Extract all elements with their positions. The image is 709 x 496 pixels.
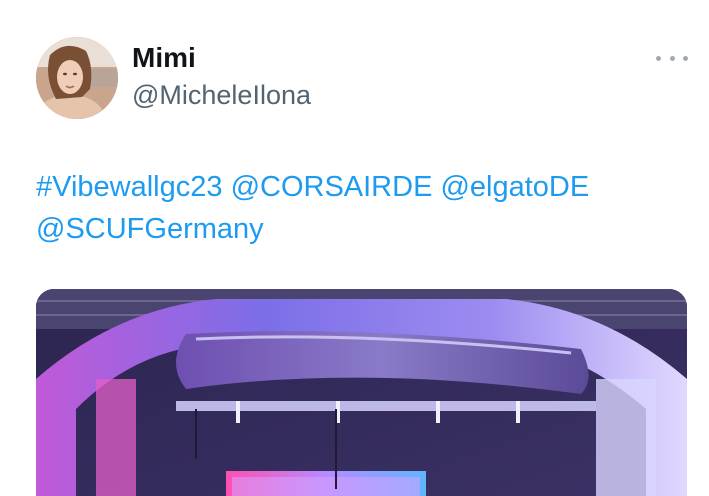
mention-link-corsairde[interactable]: @CORSAIRDE (231, 171, 433, 203)
display-name[interactable]: Mimi (132, 42, 196, 74)
hashtag-link[interactable]: #Vibewallgc23 (36, 171, 223, 203)
tweet-text: #Vibewallgc23 @CORSAIRDE @elgatoDE @SCUF… (36, 166, 676, 250)
more-horizontal-icon (656, 55, 661, 61)
avatar-photo (36, 37, 118, 119)
more-horizontal-icon-dot (669, 55, 675, 61)
avatar[interactable] (36, 37, 118, 119)
mention-link-elgatode[interactable]: @elgatoDE (440, 171, 589, 203)
tweet-card: Mimi @MicheleIlona #Vibewallgc23 @CORSAI… (0, 0, 709, 496)
tweet-text-line-1: #Vibewallgc23 @CORSAIRDE @elgatoDE (36, 166, 676, 208)
more-horizontal-icon-dot (683, 55, 688, 61)
tweet-media-image[interactable] (36, 289, 687, 496)
mention-link-scufgermany[interactable]: @SCUFGermany (36, 213, 264, 245)
user-handle[interactable]: @MicheleIlona (132, 80, 311, 111)
more-options-button[interactable] (656, 48, 688, 68)
media-photo (36, 289, 687, 496)
tweet-text-line-2: @SCUFGermany (36, 208, 676, 250)
